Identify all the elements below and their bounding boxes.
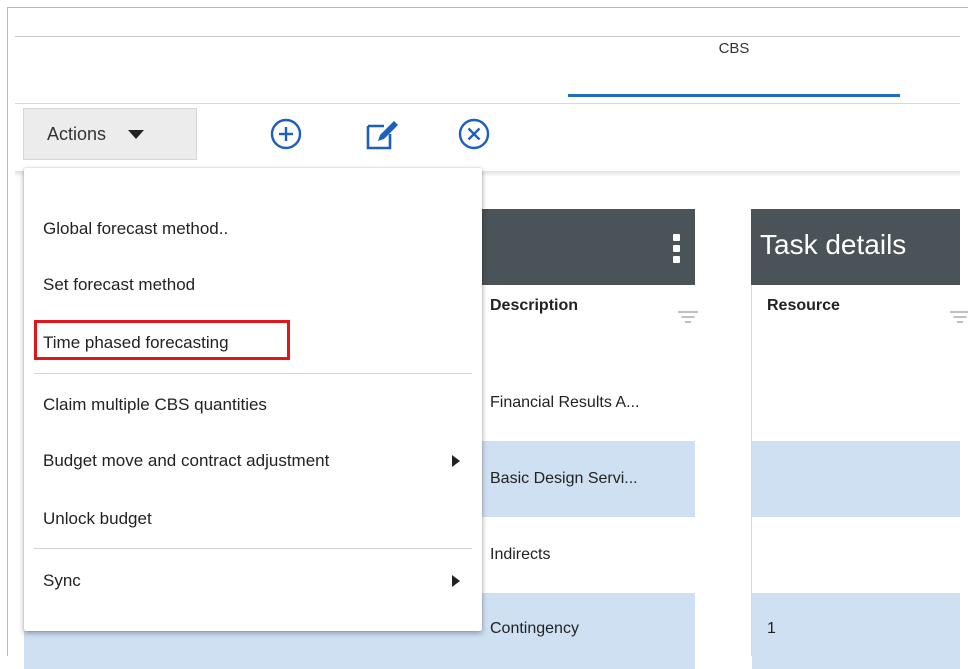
remove-circle-icon[interactable] [454,114,494,154]
column-header-resource[interactable]: Resource [767,297,840,315]
kebab-menu-icon[interactable] [671,234,681,264]
tab-cbs[interactable]: CBS [568,40,900,60]
menu-separator [34,373,472,374]
menu-item-time-phased-forecasting[interactable]: Time phased forecasting [24,322,482,366]
menu-item-label: Sync [43,571,81,590]
edit-icon[interactable] [362,114,402,154]
tab-active-indicator [568,94,900,97]
menu-item-label: Global forecast method.. [43,219,229,238]
submenu-arrow-icon [452,455,460,467]
filter-icon[interactable] [950,311,968,325]
menu-item-budget-move-contract-adjustment[interactable]: Budget move and contract adjustment [24,440,482,484]
menu-item-label: Set forecast method [43,275,196,294]
column-header-description[interactable]: Description [490,297,578,315]
description-cell: Basic Design Servi... [490,470,638,487]
menu-separator [34,548,472,549]
resource-cell: 1 [767,620,776,637]
menu-item-unlock-budget[interactable]: Unlock budget [24,498,482,542]
menu-item-label: Unlock budget [43,509,152,528]
menu-item-global-forecast-method[interactable]: Global forecast method.. [24,208,482,252]
description-cell: Financial Results A... [490,394,640,411]
description-cell: Contingency [490,620,579,637]
menu-item-label: Claim multiple CBS quantities [43,395,267,414]
menu-item-claim-multiple-cbs-quantities[interactable]: Claim multiple CBS quantities [24,384,482,428]
task-column-header-row [751,285,960,357]
table-row[interactable] [752,593,960,669]
actions-dropdown-button[interactable]: Actions [23,108,197,160]
header-divider [15,36,960,37]
filter-icon[interactable] [678,311,698,325]
table-row[interactable] [752,365,960,441]
table-row[interactable] [752,517,960,593]
actions-label: Actions [47,123,107,144]
menu-item-label: Budget move and contract adjustment [43,451,330,470]
task-panel-title: Task details [760,229,907,260]
table-row[interactable] [752,441,960,517]
menu-item-set-forecast-method[interactable]: Set forecast method [24,264,482,308]
add-circle-icon[interactable] [266,114,306,154]
actions-menu: Global forecast method.. Set forecast me… [24,168,482,631]
menu-item-sync[interactable]: Sync [24,560,482,604]
submenu-arrow-icon [452,575,460,587]
description-cell: Indirects [490,546,551,563]
tab-divider [15,103,960,104]
menu-item-label: Time phased forecasting [43,333,229,352]
caret-down-icon [128,129,145,139]
